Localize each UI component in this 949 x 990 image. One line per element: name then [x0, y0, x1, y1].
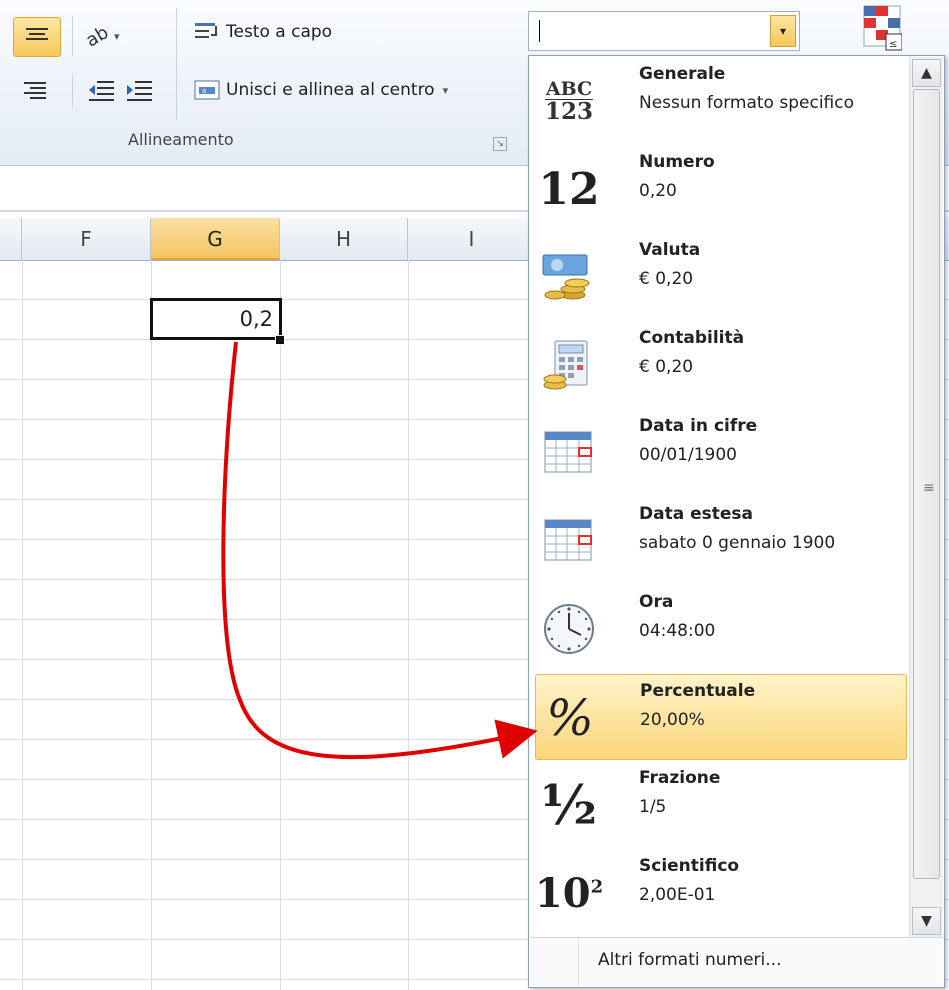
align-right-button[interactable]: [24, 74, 46, 106]
currency-icon: [539, 248, 599, 306]
half-glyph: ½: [540, 773, 598, 837]
abc-123-icon: ABC 123: [539, 72, 599, 130]
calendar-icon: [539, 424, 599, 482]
format-item-label: Percentuale: [640, 681, 756, 701]
dialog-launcher-icon[interactable]: ↘: [493, 137, 507, 151]
calendar-long-icon: [539, 512, 599, 570]
format-item-label: Data in cifre: [639, 416, 758, 436]
n123-glyph: 123: [544, 97, 593, 125]
wrap-text-button[interactable]: Testo a capo: [194, 16, 332, 48]
column-header-edge: [0, 218, 22, 260]
grip-icon: ≡: [923, 480, 935, 496]
scroll-down-icon[interactable]: ▼: [912, 907, 941, 935]
more-number-formats-label: Altri formati numeri...: [598, 950, 782, 970]
format-item-scientifico[interactable]: 102 Scientifico 2,00E-01: [535, 850, 907, 936]
scroll-up-icon[interactable]: ▲: [912, 59, 941, 87]
format-item-label: Generale: [639, 64, 726, 84]
format-item-sample: 04:48:00: [639, 621, 716, 641]
more-number-formats-button[interactable]: Altri formati numeri...: [530, 937, 943, 986]
format-item-label: Data estesa: [639, 504, 753, 524]
format-item-label: Scientifico: [639, 856, 740, 876]
chevron-down-icon[interactable]: ▾: [443, 84, 449, 97]
active-cell-g[interactable]: 0,2: [150, 298, 282, 340]
format-item-label: Ora: [639, 592, 674, 612]
decrease-indent-button[interactable]: [86, 74, 116, 106]
format-item-valuta[interactable]: Valuta € 0,20: [535, 234, 907, 320]
format-item-sample: 20,00%: [640, 710, 705, 730]
grid-line: [408, 260, 409, 990]
column-header-g[interactable]: G: [151, 218, 280, 260]
format-item-ora[interactable]: Ora 04:48:00: [535, 586, 907, 672]
format-item-label: Valuta: [639, 240, 701, 260]
format-item-sample: € 0,20: [639, 269, 694, 289]
format-item-sample: 0,20: [639, 181, 677, 201]
format-item-label: Frazione: [639, 768, 721, 788]
merge-center-icon: a: [194, 80, 220, 100]
format-item-label: Contabilità: [639, 328, 745, 348]
format-item-sample: € 0,20: [639, 357, 694, 377]
number-format-menu: ABC 123 Generale Nessun formato specific…: [528, 55, 945, 988]
fill-handle[interactable]: [275, 335, 285, 345]
align-middle-icon: [26, 28, 48, 44]
format-item-label: Numero: [639, 152, 715, 172]
format-item-sample: Nessun formato specifico: [639, 93, 854, 113]
percent-glyph: %: [546, 689, 594, 747]
align-middle-button[interactable]: [13, 17, 61, 57]
percent-icon: %: [540, 689, 600, 747]
menu-scrollbar[interactable]: ▲ ≡ ▼: [909, 57, 943, 937]
menu-gutter: [578, 938, 579, 986]
wrap-text-label: Testo a capo: [226, 22, 333, 42]
column-header-h[interactable]: H: [280, 218, 408, 260]
orientation-button[interactable]: ab ▾: [84, 20, 120, 52]
fraction-icon: ½: [539, 773, 599, 837]
chevron-down-icon: ▾: [114, 29, 120, 43]
format-item-contabilita[interactable]: Contabilità € 0,20: [535, 322, 907, 408]
format-item-generale[interactable]: ABC 123 Generale Nessun formato specific…: [535, 58, 907, 144]
format-item-frazione[interactable]: ½ Frazione 1/5: [535, 762, 907, 848]
scrollbar-thumb[interactable]: ≡: [913, 89, 940, 879]
number-format-dropdown-button[interactable]: ▾: [770, 15, 796, 47]
grid-line: [151, 260, 152, 990]
wrap-text-icon: [195, 23, 217, 38]
accounting-icon: [539, 336, 599, 394]
text-caret: [539, 20, 540, 42]
format-item-sample: sabato 0 gennaio 1900: [639, 533, 836, 553]
sup2-glyph: 2: [590, 876, 604, 898]
format-item-data-in-cifre[interactable]: Data in cifre 00/01/1900: [535, 410, 907, 496]
svg-text:≤: ≤: [889, 39, 897, 50]
ribbon-separator: [72, 74, 73, 108]
format-item-sample: 2,00E-01: [639, 885, 716, 905]
grid-line: [280, 260, 281, 990]
svg-text:ab: ab: [84, 23, 112, 49]
column-header-f[interactable]: F: [22, 218, 151, 260]
alignment-group-label: Allineamento: [128, 130, 234, 149]
format-item-sample: 00/01/1900: [639, 445, 737, 465]
clock-icon: [539, 600, 599, 658]
twelve-glyph: 12: [538, 163, 600, 215]
increase-indent-button[interactable]: [124, 74, 154, 106]
ten-glyph: 10: [534, 869, 591, 917]
align-right-icon: [24, 81, 46, 99]
number-format-combo[interactable]: ▾: [528, 11, 800, 51]
number-12-icon: 12: [538, 160, 600, 218]
scientific-icon: 102: [535, 864, 603, 922]
merge-center-label: Unisci e allinea al centro: [226, 80, 435, 100]
format-item-data-estesa[interactable]: Data estesa sabato 0 gennaio 1900: [535, 498, 907, 584]
increase-indent-icon: [127, 81, 152, 101]
format-item-numero[interactable]: 12 Numero 0,20: [535, 146, 907, 232]
decrease-indent-icon: [89, 81, 114, 101]
svg-text:a: a: [202, 87, 206, 95]
ribbon-separator: [176, 8, 177, 120]
conditional-formatting-icon[interactable]: ≤: [862, 4, 902, 52]
format-item-percentuale[interactable]: % Percentuale 20,00%: [535, 674, 907, 760]
merge-center-button[interactable]: a Unisci e allinea al centro ▾: [194, 74, 448, 106]
abc-glyph: ABC: [545, 77, 593, 100]
grid-line: [22, 260, 23, 990]
text-orientation-icon: ab: [84, 23, 112, 49]
format-item-sample: 1/5: [639, 797, 667, 817]
column-header-i[interactable]: I: [408, 218, 536, 260]
ribbon-separator: [72, 16, 73, 56]
